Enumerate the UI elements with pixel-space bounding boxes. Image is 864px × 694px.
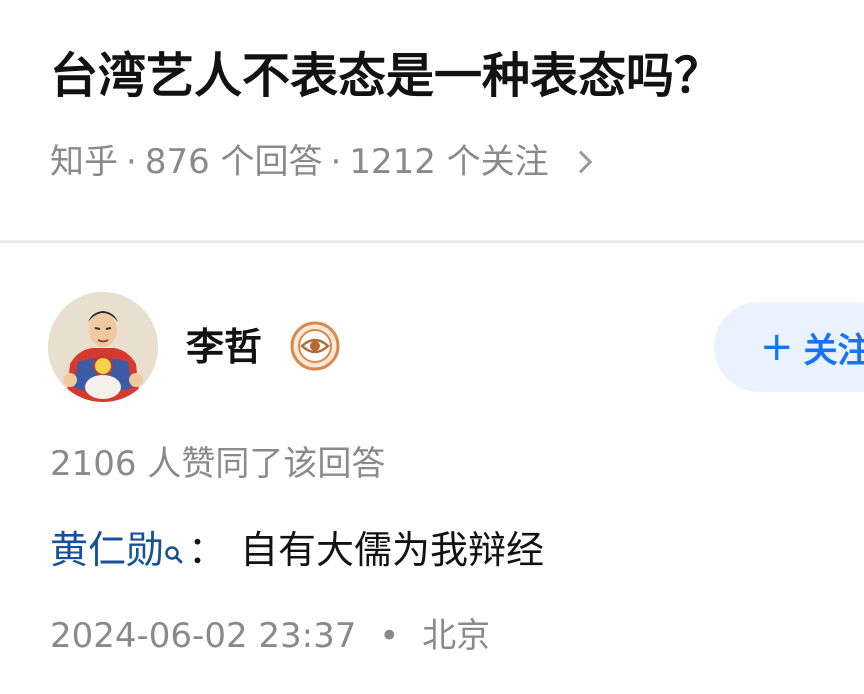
answer-text: 自有大儒为我辩经: [240, 528, 545, 572]
plus-icon: +: [760, 324, 794, 370]
follow-label: 关注: [803, 330, 864, 371]
avatar-image: [48, 292, 158, 402]
follower-count: 1212 个关注: [349, 142, 549, 182]
mention-link[interactable]: 黄仁勋: [50, 522, 164, 578]
meta-separator: ·: [330, 142, 342, 182]
vote-summary: 2106 人赞同了该回答: [50, 444, 386, 484]
answer-count: 876 个回答: [144, 142, 323, 182]
avatar[interactable]: [48, 292, 158, 402]
search-icon[interactable]: [164, 526, 184, 564]
time-separator: •: [379, 616, 400, 656]
source-label: 知乎: [50, 142, 118, 182]
timestamp: 2024-06-02 23:37: [50, 616, 357, 656]
question-meta[interactable]: 知乎 · 876 个回答 · 1212 个关注: [50, 138, 592, 186]
eye-badge-icon: [290, 321, 340, 371]
question-title[interactable]: 台湾艺人不表态是一种表态吗？: [50, 40, 722, 112]
colon: ：: [188, 528, 227, 572]
author-name[interactable]: 李哲: [186, 320, 262, 374]
chevron-right-icon: [569, 150, 592, 174]
follow-button[interactable]: + 关注: [714, 302, 864, 392]
answer-timestamp: 2024-06-02 23:37 • 北京: [50, 612, 490, 660]
meta-separator: ·: [126, 142, 137, 182]
divider: [0, 240, 864, 243]
answer-content: 黄仁勋 ： 自有大儒为我辩经: [50, 522, 544, 578]
location: 北京: [422, 616, 491, 656]
